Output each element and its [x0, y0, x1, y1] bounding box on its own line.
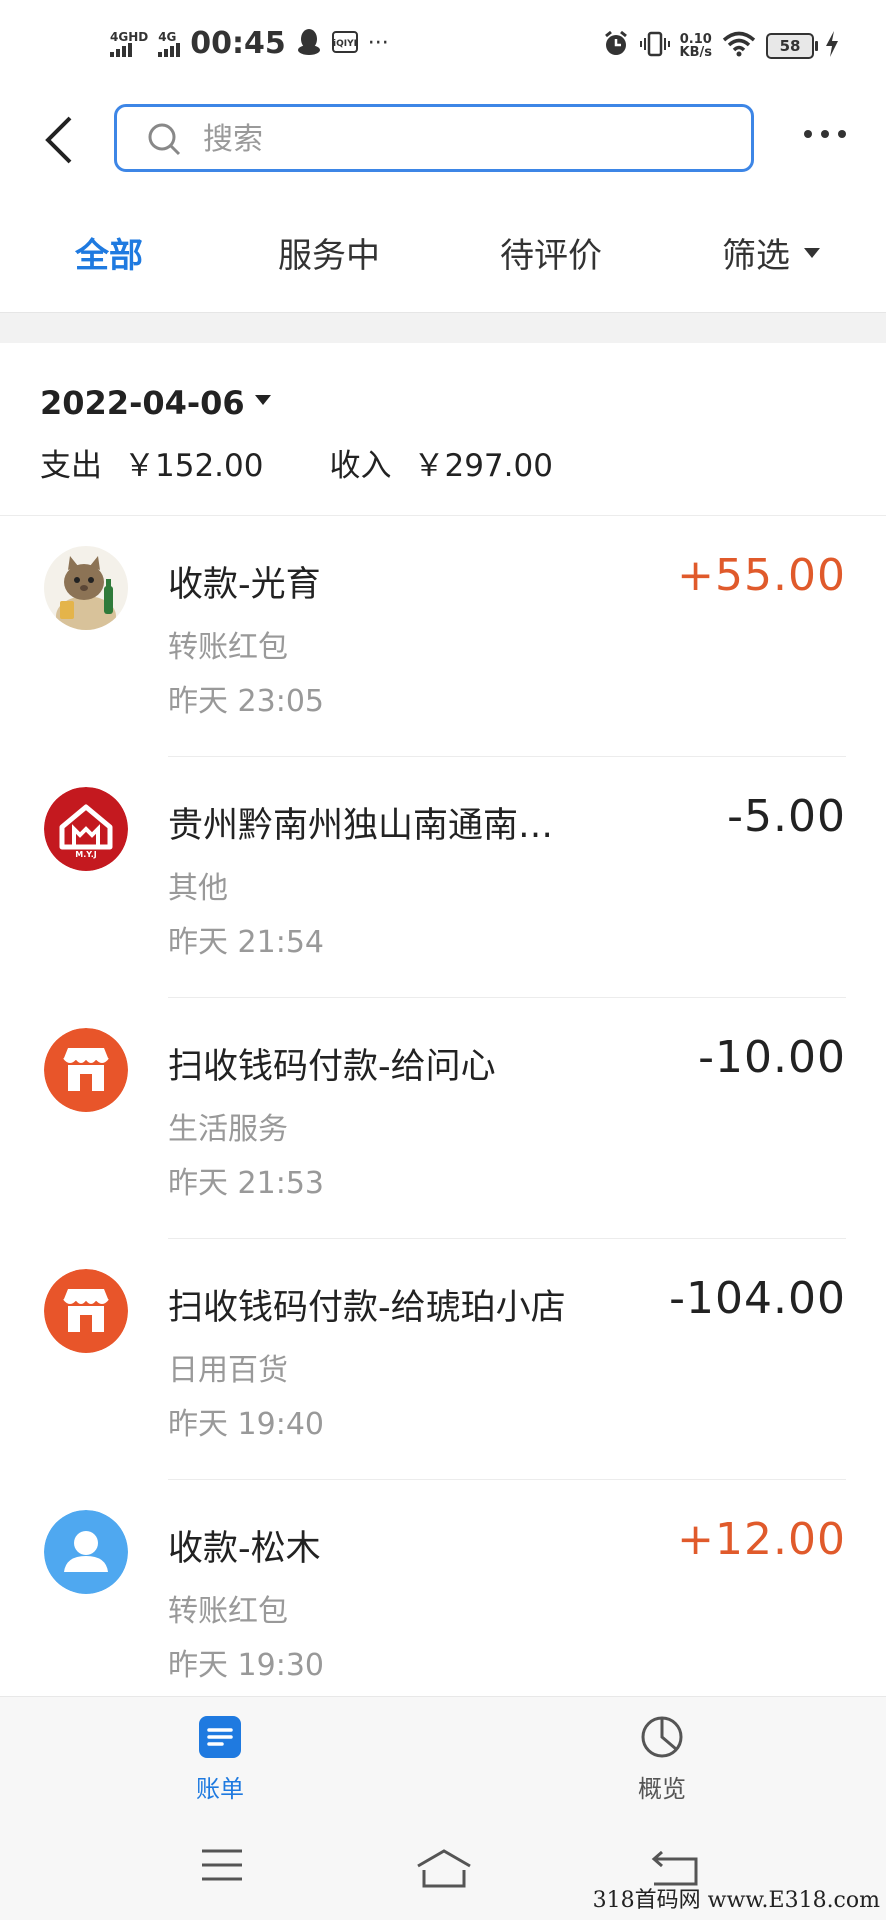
charging-icon — [824, 30, 840, 62]
battery-indicator: 58 — [766, 33, 818, 59]
transaction-amount: -104.00 — [669, 1273, 846, 1324]
pie-chart-icon — [641, 1716, 683, 1758]
date-selector[interactable]: 2022-04-06 — [40, 384, 271, 422]
wifi-icon — [722, 31, 756, 61]
caret-down-icon — [254, 395, 271, 405]
nav-bill-label: 账单 — [196, 1775, 244, 1803]
signal-1: 4GHD — [110, 31, 148, 57]
transaction-category: 其他 — [168, 871, 228, 906]
section-divider — [0, 312, 886, 343]
transaction-time: 昨天 19:40 — [168, 1407, 324, 1442]
signal-2: 4G — [158, 31, 181, 57]
search-icon — [147, 122, 181, 156]
alarm-icon — [602, 30, 630, 62]
clock: 00:45 — [190, 26, 286, 61]
cat-avatar — [44, 546, 128, 630]
transaction-amount: +12.00 — [677, 1514, 846, 1565]
svg-text:M.Y.J: M.Y.J — [75, 850, 97, 859]
search-box[interactable] — [114, 104, 754, 172]
back-button[interactable] — [40, 115, 80, 165]
transaction-row[interactable]: 收款-光育 转账红包 昨天 23:05 +55.00 — [0, 516, 886, 757]
search-input[interactable] — [201, 117, 725, 161]
transaction-category: 转账红包 — [168, 1594, 288, 1629]
more-menu-button[interactable] — [804, 130, 846, 138]
income-value: ￥297.00 — [413, 448, 553, 484]
transaction-category: 生活服务 — [168, 1112, 288, 1147]
transaction-category: 日用百货 — [168, 1353, 288, 1388]
nav-overview[interactable]: 概览 — [638, 1715, 686, 1804]
transaction-amount: +55.00 — [677, 550, 846, 601]
myj-logo: M.Y.J — [44, 787, 128, 871]
group-date: 2022-04-06 — [40, 384, 245, 422]
income-label: 收入 — [329, 448, 392, 484]
shop-icon — [44, 1028, 128, 1112]
transaction-row[interactable]: 扫收钱码付款-给问心 生活服务 昨天 21:53 -10.00 — [0, 998, 886, 1239]
transaction-title: 扫收钱码付款-给琥珀小店 — [168, 1288, 566, 1328]
transaction-row[interactable]: 收款-松木 转账红包 昨天 19:30 +12.00 — [0, 1480, 886, 1721]
filter-tabs: 全部 服务中 待评价 筛选 — [0, 228, 886, 288]
transaction-time: 昨天 21:54 — [168, 925, 324, 960]
transaction-title: 贵州黔南州独山南通南… — [168, 806, 554, 846]
tab-all[interactable]: 全部 — [75, 228, 143, 277]
transaction-amount: -5.00 — [727, 791, 846, 842]
hamburger-icon — [202, 1849, 242, 1881]
date-summary: 支出 ￥152.00 收入 ￥297.00 — [40, 440, 553, 485]
more-notifications-icon: ··· — [367, 31, 389, 56]
home-icon — [417, 1849, 471, 1888]
watermark-text: 318首码网 www.E318.com — [592, 1888, 880, 1913]
svg-text:iQIYI: iQIYI — [333, 39, 357, 49]
transaction-amount: -10.00 — [698, 1032, 846, 1083]
transaction-time: 昨天 21:53 — [168, 1166, 324, 1201]
expense-value: ￥152.00 — [124, 448, 264, 484]
return-icon — [651, 1850, 698, 1886]
qq-icon — [296, 28, 322, 60]
transaction-title: 收款-松木 — [168, 1529, 321, 1569]
status-bar: 4GHD 4G 00:45 iQIYI ··· 0.10 KB/s 58 — [0, 0, 886, 100]
transaction-row[interactable]: 扫收钱码付款-给琥珀小店 日用百货 昨天 19:40 -104.00 — [0, 1239, 886, 1480]
nav-bill[interactable]: 账单 — [196, 1715, 244, 1804]
transaction-row[interactable]: M.Y.J 贵州黔南州独山南通南… 其他 昨天 21:54 -5.00 — [0, 757, 886, 998]
vibrate-icon — [639, 31, 670, 61]
transaction-title: 扫收钱码付款-给问心 — [168, 1047, 496, 1087]
expense-label: 支出 — [40, 448, 102, 484]
bottom-nav: 账单 概览 — [0, 1696, 886, 1805]
menu-button[interactable] — [200, 1848, 244, 1886]
filter-label: 筛选 — [722, 236, 790, 276]
transaction-time: 昨天 19:30 — [168, 1648, 324, 1683]
tab-filter[interactable]: 筛选 — [722, 228, 820, 277]
iqiyi-icon: iQIYI — [331, 30, 358, 57]
tab-in-service[interactable]: 服务中 — [278, 228, 380, 277]
bill-icon — [199, 1716, 241, 1758]
system-nav-bar: 318首码网 www.E318.com — [0, 1804, 886, 1920]
user-icon — [44, 1510, 128, 1594]
chevron-left-icon — [45, 116, 72, 164]
tab-to-review[interactable]: 待评价 — [500, 228, 602, 277]
transaction-category: 转账红包 — [168, 630, 288, 665]
shop-icon — [44, 1269, 128, 1353]
caret-down-icon — [804, 247, 820, 258]
transaction-time: 昨天 23:05 — [168, 684, 324, 719]
transaction-title: 收款-光育 — [168, 565, 321, 605]
network-speed: 0.10 KB/s — [679, 32, 712, 60]
nav-overview-label: 概览 — [638, 1775, 686, 1803]
home-button[interactable] — [414, 1848, 474, 1892]
